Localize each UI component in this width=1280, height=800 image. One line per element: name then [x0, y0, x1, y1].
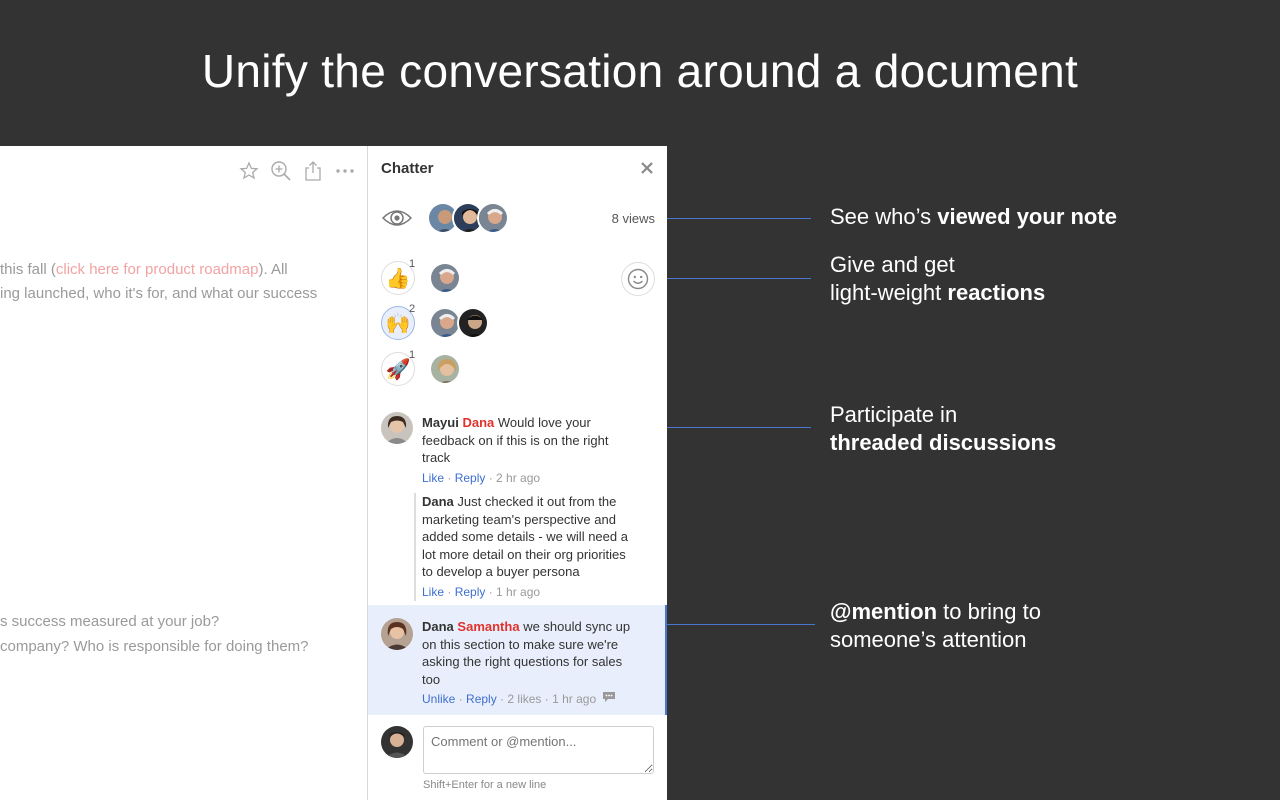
- views-row: 8 views: [381, 202, 655, 236]
- avatar: [429, 353, 461, 385]
- reaction-row: 🚀 1: [381, 349, 655, 388]
- callout-mentions: @mention to bring to someone’s attention: [830, 598, 1041, 654]
- callout-emphasis: reactions: [947, 280, 1046, 305]
- callout-text: Give and get: [830, 252, 955, 277]
- page-headline: Unify the conversation around a document: [201, 45, 1079, 97]
- doc-paragraph-line: ing launched, who it's for, and what our…: [0, 285, 318, 302]
- comment-text: we should sync up: [523, 619, 631, 634]
- callout-connector: [667, 624, 815, 625]
- viewer-avatars[interactable]: [427, 202, 509, 234]
- comment-meta: Like · Reply · 2 hr ago: [422, 470, 541, 485]
- callout-text: to bring to: [937, 599, 1041, 624]
- callout-emphasis: viewed your note: [937, 204, 1117, 229]
- doc-text-segment: ). All: [258, 261, 288, 278]
- reaction-count: 1: [409, 258, 416, 270]
- callout-text: light-weight: [830, 280, 948, 305]
- comment: Dana Samantha we should sync up on this …: [422, 618, 657, 709]
- comment-time: 2 hr ago: [496, 470, 541, 485]
- product-roadmap-link[interactable]: click here for product roadmap: [56, 261, 259, 278]
- reply-button[interactable]: Reply: [455, 471, 486, 485]
- comment-text: lot more detail on their org priorities: [422, 546, 626, 562]
- callout-connector: [667, 218, 811, 219]
- reaction-row: 👍 1: [381, 258, 655, 297]
- mention[interactable]: Dana: [462, 415, 494, 430]
- comment-text: too: [422, 671, 441, 687]
- avatar: [429, 262, 461, 294]
- reaction-count: 1: [409, 349, 416, 361]
- callout-reactions: Give and get light-weight reactions: [830, 251, 1045, 307]
- reaction-avatars: [429, 307, 489, 339]
- avatar: [381, 412, 413, 444]
- comment-time: 1 hr ago: [552, 692, 597, 706]
- callout-emphasis: @mention: [830, 599, 938, 624]
- comment-text: added some details - we will need a: [422, 529, 628, 544]
- comment-body: Dana Just checked it out from the market…: [422, 493, 657, 581]
- reply-button[interactable]: Reply: [455, 585, 486, 599]
- unlike-button[interactable]: Unlike: [422, 692, 455, 706]
- zoom-in-icon[interactable]: [270, 160, 292, 182]
- like-button[interactable]: Like: [422, 471, 444, 485]
- document-pane: this fall (click here for product roadma…: [0, 146, 368, 800]
- callout-connector: [667, 278, 811, 279]
- more-icon[interactable]: [334, 160, 356, 182]
- eye-icon: [381, 206, 413, 235]
- add-reaction-button[interactable]: [621, 262, 655, 296]
- doc-paragraph-line: s success measured at your job?: [0, 613, 220, 630]
- reaction-row: 🙌 2: [381, 303, 655, 342]
- comment-author[interactable]: Mayui: [422, 415, 459, 430]
- likes-count[interactable]: 2 likes: [507, 692, 541, 706]
- comment-body: Mayui Dana Would love your feedback on i…: [422, 414, 657, 467]
- callout-connector: [667, 427, 811, 428]
- reaction-avatars: [429, 262, 461, 294]
- chatter-title: Chatter: [381, 160, 434, 177]
- star-icon[interactable]: [238, 160, 260, 182]
- comment-author[interactable]: Dana: [422, 494, 454, 509]
- comment-text: to develop a buyer persona: [422, 564, 580, 579]
- doc-text-segment: this fall (: [0, 261, 56, 278]
- comment: Mayui Dana Would love your feedback on i…: [422, 414, 657, 487]
- comment-body: Dana Samantha we should sync up on this …: [422, 618, 657, 688]
- avatar: [381, 618, 413, 650]
- comment-text: Just checked it out from the: [457, 494, 617, 509]
- callout-text: See who’s: [830, 204, 938, 229]
- comment-text: on this section to make sure we're: [422, 636, 619, 652]
- mention[interactable]: Samantha: [457, 619, 519, 634]
- comment-text: track: [422, 450, 451, 465]
- document-toolbar: [238, 160, 356, 182]
- comment-meta: Unlike · Reply · 2 likes · 1 hr ago: [422, 691, 657, 709]
- callout-emphasis: threaded discussions: [830, 430, 1057, 455]
- reaction-count: 2: [409, 303, 416, 315]
- callout-text: Participate in: [830, 402, 958, 427]
- comment-text: asking the right questions for sales: [422, 654, 623, 669]
- comment-time: 1 hr ago: [496, 584, 541, 599]
- avatar: [457, 307, 489, 339]
- share-icon[interactable]: [302, 160, 324, 182]
- callout-threads: Participate in threaded discussions: [830, 401, 1056, 457]
- avatar: [381, 726, 413, 758]
- views-count[interactable]: 8 views: [612, 211, 655, 226]
- reaction-avatars: [429, 353, 461, 385]
- callout-views: See who’s viewed your note: [830, 203, 1117, 231]
- comment-input[interactable]: [423, 726, 654, 774]
- avatar: [477, 202, 509, 234]
- comment-text: Would love your: [497, 415, 591, 430]
- callout-text: someone’s attention: [830, 627, 1027, 652]
- doc-paragraph-line: company? Who is responsible for doing th…: [0, 638, 309, 655]
- input-hint: Shift+Enter for a new line: [423, 779, 547, 791]
- comment-text: feedback on if this is on the right: [422, 432, 609, 448]
- doc-paragraph-line: this fall (click here for product roadma…: [0, 258, 288, 282]
- comment-text: marketing team's perspective and: [422, 511, 616, 527]
- reply-button[interactable]: Reply: [466, 692, 497, 706]
- speech-bubble-icon[interactable]: [602, 691, 616, 709]
- close-icon[interactable]: [639, 160, 655, 176]
- reply: Dana Just checked it out from the market…: [414, 493, 657, 601]
- like-button[interactable]: Like: [422, 585, 444, 599]
- smiley-icon: [627, 268, 649, 290]
- chatter-panel: Chatter 8 views 👍 1 🙌 2 🚀 1 Mayui Dana W…: [367, 146, 667, 800]
- comment-meta: Like · Reply · 1 hr ago: [422, 584, 541, 599]
- comment-author[interactable]: Dana: [422, 619, 454, 634]
